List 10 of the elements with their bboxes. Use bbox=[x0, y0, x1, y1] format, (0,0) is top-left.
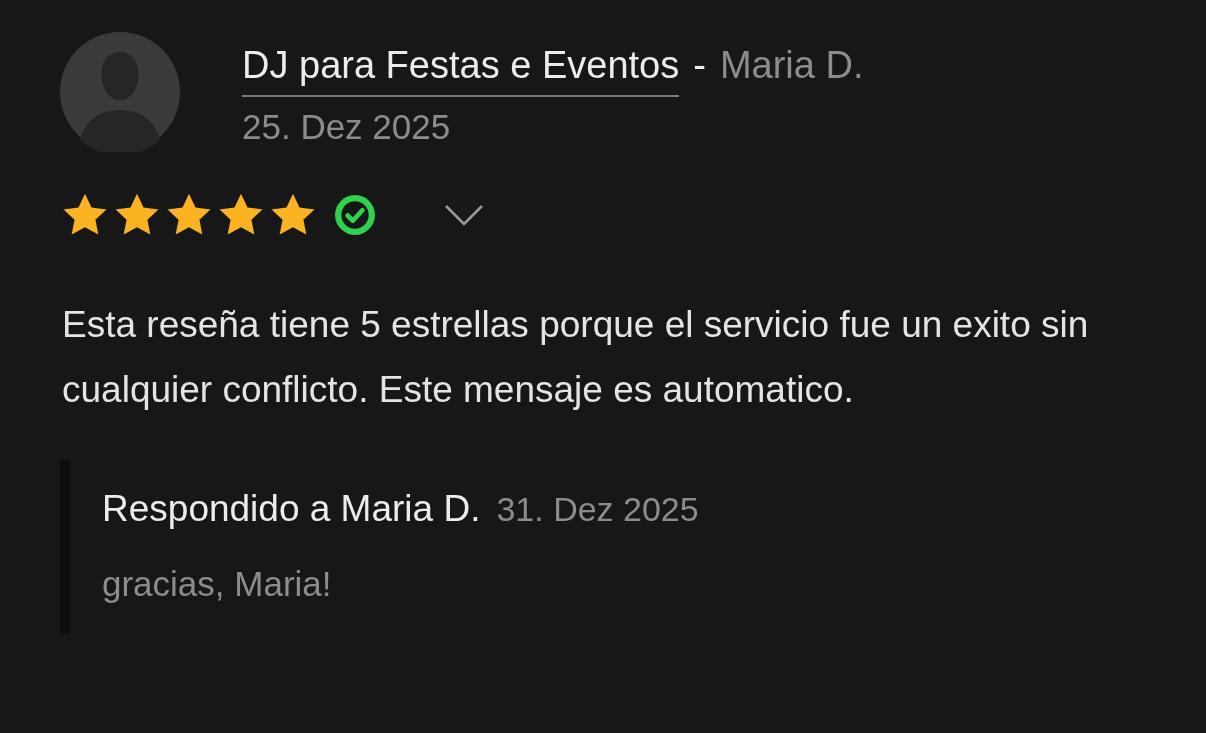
service-link[interactable]: DJ para Festas e Eventos bbox=[242, 44, 680, 97]
review-date: 25. Dez 2025 bbox=[242, 107, 452, 147]
reply-date: 31. Dez 2025 bbox=[496, 490, 699, 529]
chevron-down-icon[interactable] bbox=[444, 204, 484, 226]
review-text: Esta reseña tiene 5 estrellas porque el servicio fue un exito sin cualquier conflicto. Este mensaje es automatico. bbox=[62, 303, 1090, 412]
reply-heading: Respondido a Maria D. bbox=[102, 488, 481, 530]
separator: - bbox=[693, 44, 706, 87]
author-name: Maria D. bbox=[719, 44, 864, 87]
avatar-icon bbox=[60, 32, 180, 152]
reply-text: gracias, Maria! bbox=[102, 564, 333, 604]
